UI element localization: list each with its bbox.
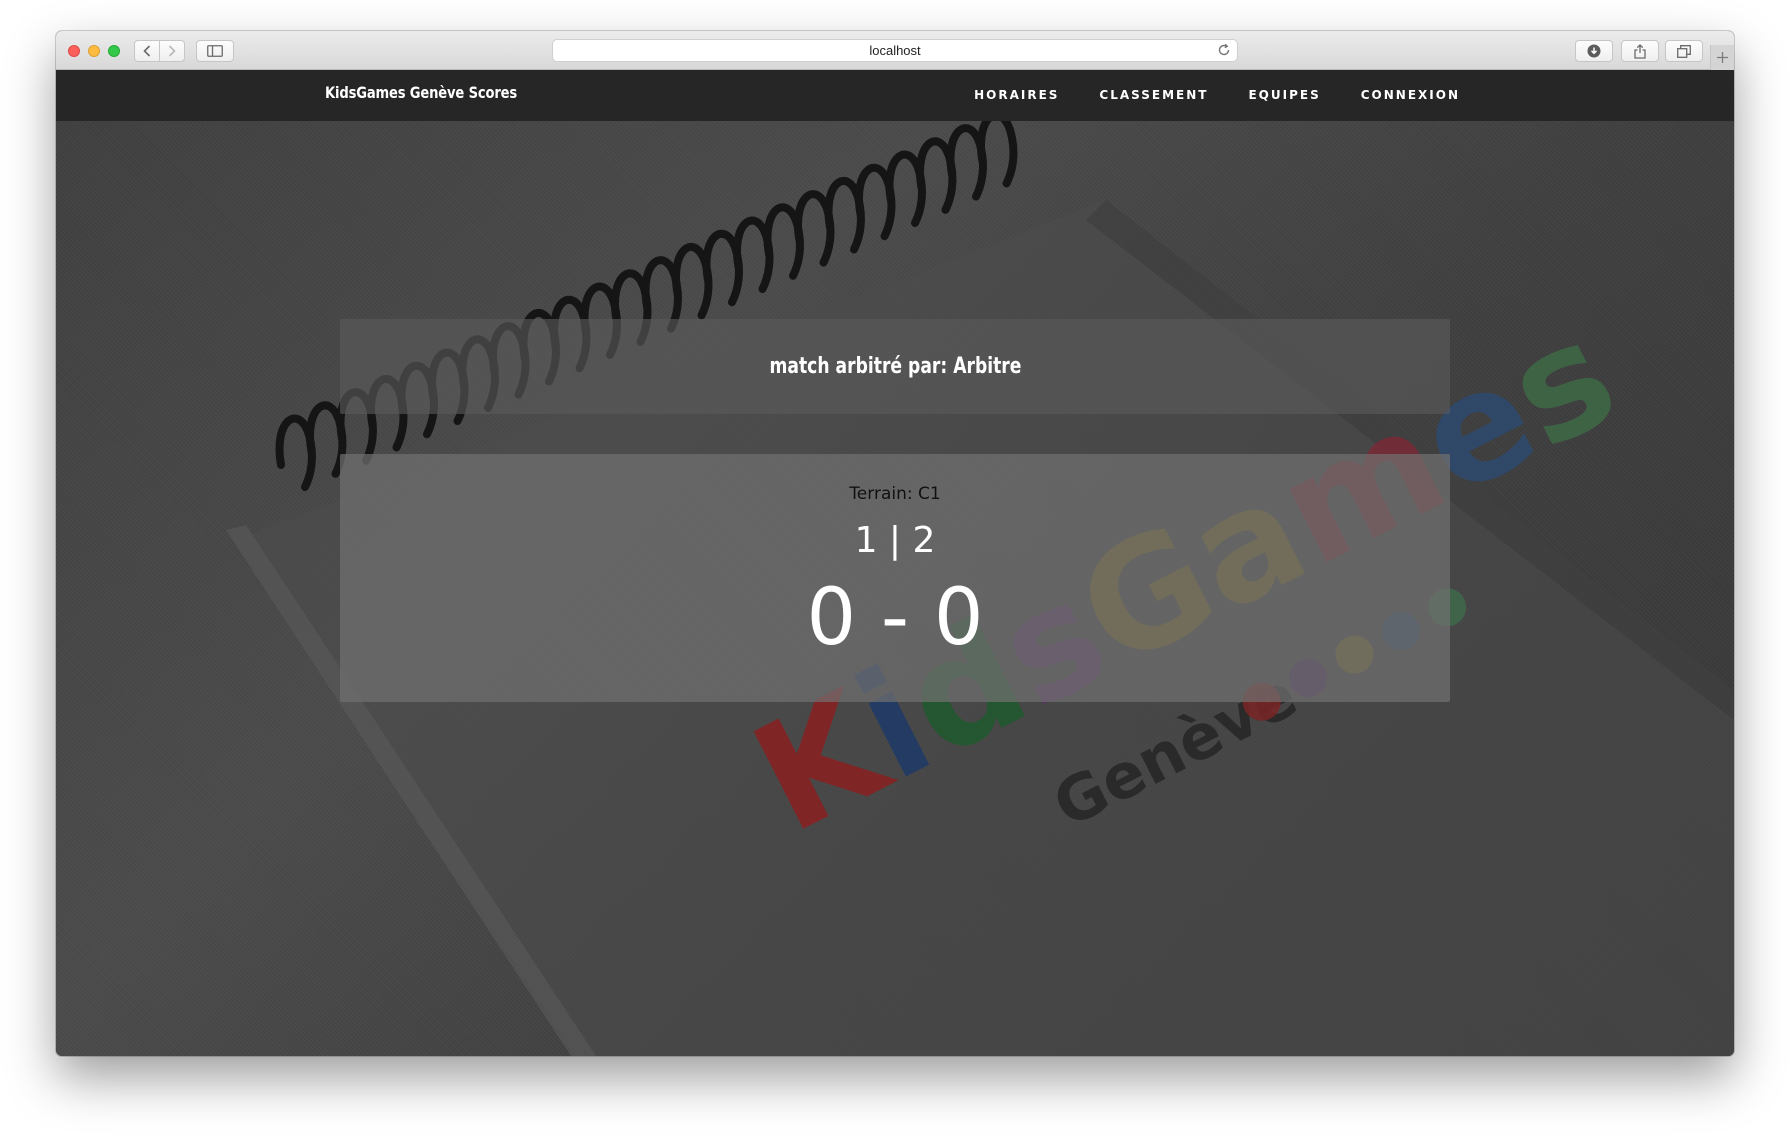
chevron-right-icon xyxy=(168,45,176,57)
share-button[interactable] xyxy=(1621,40,1659,62)
terrain-label: Terrain: C1 xyxy=(849,484,941,504)
share-icon xyxy=(1634,43,1646,59)
teams-label: 1 | 2 xyxy=(854,520,936,561)
sidebar-icon xyxy=(207,45,223,57)
tabs-icon xyxy=(1677,44,1691,58)
reload-button[interactable] xyxy=(1217,43,1231,57)
nav-link-equipes[interactable]: EQUIPES xyxy=(1248,88,1320,102)
plus-icon xyxy=(1717,52,1728,63)
browser-toolbar: localhost xyxy=(56,31,1734,70)
referee-text: match arbitré par: Arbitre xyxy=(769,354,1021,379)
nav-link-horaires[interactable]: HORAIRES xyxy=(974,88,1059,102)
match-score: 0 - 0 xyxy=(806,573,984,663)
top-navbar: KidsGames Genève Scores HORAIRES CLASSEM… xyxy=(56,70,1734,121)
nav-menu: HORAIRES CLASSEMENT EQUIPES CONNEXION xyxy=(974,88,1460,102)
minimize-window-button[interactable] xyxy=(88,45,100,57)
forward-button[interactable] xyxy=(159,40,185,62)
chevron-left-icon xyxy=(143,45,151,57)
url-text: localhost xyxy=(869,43,921,58)
score-panel: Terrain: C1 1 | 2 0 - 0 xyxy=(340,454,1450,702)
back-button[interactable] xyxy=(134,40,160,62)
web-page: KidsGames Genève KidsGames Genève Scores… xyxy=(56,70,1734,1056)
new-tab-button[interactable] xyxy=(1710,45,1734,70)
download-icon xyxy=(1587,44,1601,58)
close-window-button[interactable] xyxy=(68,45,80,57)
tab-overview-button[interactable] xyxy=(1665,40,1703,62)
sidebar-toggle-button[interactable] xyxy=(196,40,234,62)
referee-panel: match arbitré par: Arbitre xyxy=(340,319,1450,414)
zoom-window-button[interactable] xyxy=(108,45,120,57)
nav-link-connexion[interactable]: CONNEXION xyxy=(1361,88,1460,102)
browser-window: localhost KidsGames Genève xyxy=(56,31,1734,1056)
nav-link-classement[interactable]: CLASSEMENT xyxy=(1099,88,1208,102)
downloads-button[interactable] xyxy=(1575,40,1613,62)
site-brand[interactable]: KidsGames Genève Scores xyxy=(325,83,517,102)
reload-icon xyxy=(1218,43,1230,56)
address-bar[interactable]: localhost xyxy=(552,39,1238,62)
